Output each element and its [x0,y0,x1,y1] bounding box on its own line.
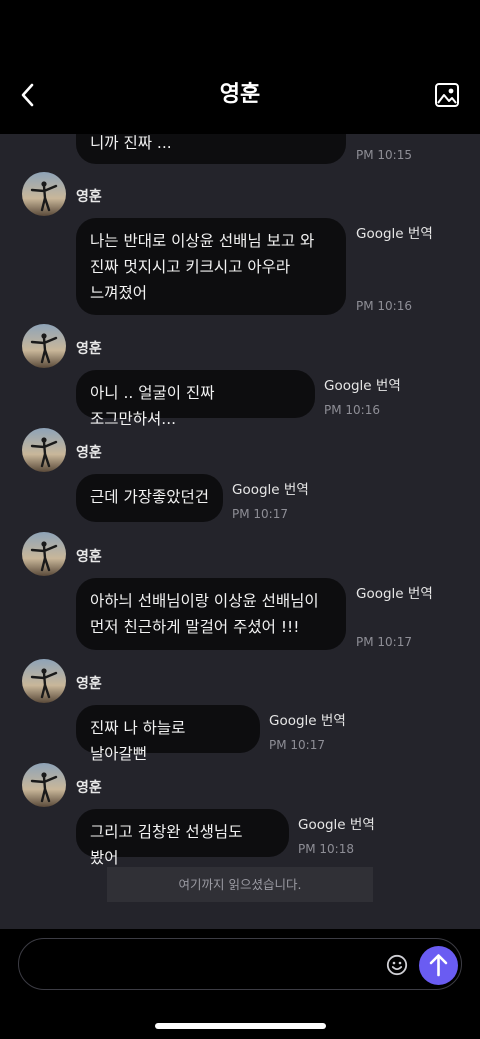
message-input-container[interactable] [18,938,462,990]
sender-name: 영훈 [76,676,102,692]
image-icon[interactable] [434,82,460,108]
message-bubble[interactable]: 아하늬 선배님이랑 이상윤 선배님이 먼저 친근하게 말걸어 주셨어 !!! [76,578,346,650]
message-text: 니까 진짜 ... [90,134,172,152]
avatar-photo-icon [22,532,66,576]
message-input[interactable] [37,949,381,981]
message-bubble[interactable]: 나는 반대로 이상윤 선배님 보고 와 진짜 멋지시고 키크시고 아우라 느껴졌… [76,218,346,315]
avatar[interactable] [22,324,66,368]
avatar[interactable] [22,428,66,472]
avatar[interactable] [22,172,66,216]
google-translate-link[interactable]: Google 번역 [356,222,433,242]
avatar-photo-icon [22,172,66,216]
sender-name: 영훈 [76,549,102,565]
sender-name: 영훈 [76,445,102,461]
message-bubble[interactable]: 진짜 나 하늘로 날아갈뻔 [76,705,260,763]
message-bubble[interactable]: 근데 가장좋았던건 [76,474,223,522]
avatar-photo-icon [22,659,66,703]
message-time: PM 10:16 [324,403,380,417]
google-translate-link[interactable]: Google 번역 [298,813,375,833]
google-translate-link[interactable]: Google 번역 [324,374,401,394]
message-text: 근데 가장좋았던건 [90,488,210,506]
message-time: PM 10:17 [232,507,288,521]
message-composer [0,929,480,1039]
google-translate-link[interactable]: Google 번역 [356,582,433,602]
avatar[interactable] [22,659,66,703]
google-translate-link[interactable]: Google 번역 [269,709,346,729]
avatar[interactable] [22,532,66,576]
read-marker-banner: 여기까지 읽으셨습니다. [107,867,373,902]
send-button[interactable] [419,946,458,985]
message-text: 그리고 김창완 선생님도 봤어 [90,823,243,867]
sender-name: 영훈 [76,341,102,357]
sender-name: 영훈 [76,780,102,796]
message-text: 아하늬 선배님이랑 이상윤 선배님이 먼저 친근하게 말걸어 주셨어 !!! [90,592,319,636]
arrow-up-icon [429,954,448,977]
message-time: PM 10:17 [269,738,325,752]
message-time: PM 10:17 [356,635,412,649]
home-indicator [155,1023,326,1029]
avatar[interactable] [22,763,66,807]
avatar-photo-icon [22,763,66,807]
top-bar: 영훈 [0,0,480,134]
message-time: PM 10:16 [356,299,412,313]
avatar-photo-icon [22,324,66,368]
message-text: 아니 .. 얼굴이 진짜 조그만하셔... [90,384,215,428]
sender-name: 영훈 [76,189,102,205]
message-bubble[interactable]: 니까 진짜 ... [76,134,346,164]
message-time: PM 10:18 [298,842,354,856]
message-bubble[interactable]: 그리고 김창완 선생님도 봤어 [76,809,289,867]
smiley-icon[interactable] [386,954,408,976]
message-bubble[interactable]: 아니 .. 얼굴이 진짜 조그만하셔... [76,370,315,428]
message-text: 나는 반대로 이상윤 선배님 보고 와 진짜 멋지시고 키크시고 아우라 느껴졌… [90,232,315,302]
google-translate-link[interactable]: Google 번역 [232,478,309,498]
avatar-photo-icon [22,428,66,472]
chat-title: 영훈 [219,82,261,107]
message-text: 진짜 나 하늘로 날아갈뻔 [90,719,186,763]
message-time: PM 10:15 [356,148,412,162]
chat-area[interactable]: 니까 진짜 ... PM 10:15 영훈 나는 반대로 이상윤 선배님 보고 … [0,134,480,929]
